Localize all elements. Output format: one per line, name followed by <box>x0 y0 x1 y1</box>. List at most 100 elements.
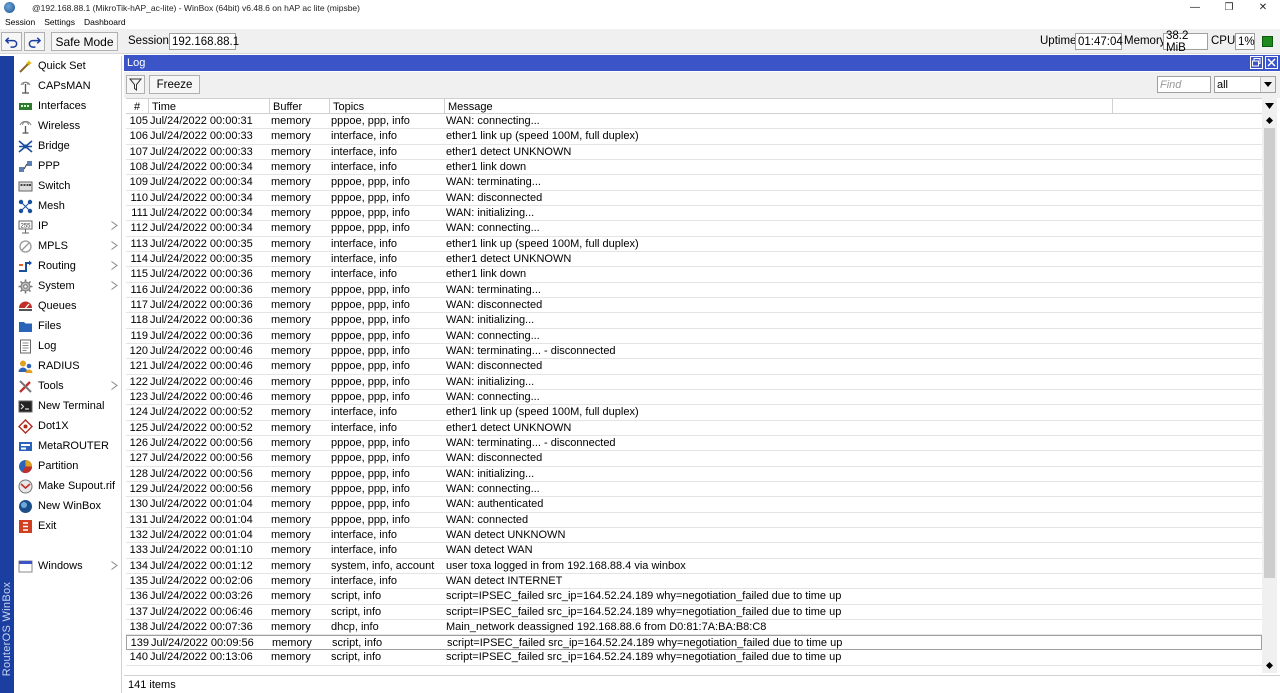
undo-button[interactable] <box>1 32 22 51</box>
sidebar-item-wireless[interactable]: Wireless <box>14 116 122 136</box>
sidebar-item-dot1x[interactable]: Dot1X <box>14 416 122 436</box>
table-row[interactable]: 128 Jul/24/2022 00:00:56 memory pppoe, ppp,… <box>126 467 1262 482</box>
column-header-buffer[interactable]: Buffer <box>270 99 330 114</box>
column-header-time[interactable]: Time <box>149 99 270 114</box>
log-close-button[interactable] <box>1265 56 1278 69</box>
column-header-number[interactable]: # <box>126 99 149 114</box>
column-header-message[interactable]: Message <box>445 99 1113 114</box>
restore-button[interactable]: ❐ <box>1212 0 1246 15</box>
table-row[interactable]: 115 Jul/24/2022 00:00:36 memory interface, … <box>126 267 1262 283</box>
table-row[interactable]: 123 Jul/24/2022 00:00:46 memory pppoe, ppp,… <box>126 390 1262 406</box>
table-row[interactable]: 114 Jul/24/2022 00:00:35 memory interface, … <box>126 252 1262 268</box>
table-row[interactable]: 121 Jul/24/2022 00:00:46 memory pppoe, ppp,… <box>126 359 1262 375</box>
column-menu-button[interactable] <box>1262 98 1277 113</box>
table-row[interactable]: 129 Jul/24/2022 00:00:56 memory pppoe, ppp,… <box>126 482 1262 498</box>
sidebar-item-capsman[interactable]: CAPsMAN <box>14 76 122 96</box>
sidebar-item-routing[interactable]: Routing <box>14 256 122 276</box>
sidebar-item-ppp[interactable]: PPP <box>14 156 122 176</box>
sidebar-item-files[interactable]: Files <box>14 316 122 336</box>
sidebar-item-switch[interactable]: Switch <box>14 176 122 196</box>
topic-filter-select[interactable]: all <box>1214 76 1276 93</box>
table-row[interactable]: 125 Jul/24/2022 00:00:52 memory interface, … <box>126 421 1262 436</box>
table-row[interactable]: 105 Jul/24/2022 00:00:31 memory pppoe, ppp,… <box>126 114 1262 130</box>
menu-settings[interactable]: Settings <box>44 17 75 27</box>
table-row[interactable]: 132 Jul/24/2022 00:01:04 memory interface, … <box>126 528 1262 544</box>
sidebar-item-new-terminal[interactable]: New Terminal <box>14 396 122 416</box>
table-row[interactable]: 137 Jul/24/2022 00:06:46 memory script, inf… <box>126 605 1262 620</box>
sidebar-item-queues[interactable]: Queues <box>14 296 122 316</box>
cell-message: WAN: terminating... <box>446 176 541 189</box>
table-row[interactable]: 140 Jul/24/2022 00:13:06 memory script, inf… <box>126 650 1262 666</box>
table-row[interactable]: 111 Jul/24/2022 00:00:34 memory pppoe, ppp,… <box>126 206 1262 222</box>
table-row[interactable]: 109 Jul/24/2022 00:00:34 memory pppoe, ppp,… <box>126 175 1262 191</box>
cell-message: WAN: disconnected <box>446 191 543 204</box>
table-row[interactable]: 135 Jul/24/2022 00:02:06 memory interface, … <box>126 574 1262 590</box>
sidebar-item-label: Bridge <box>38 140 70 152</box>
partition-icon <box>17 458 33 474</box>
sidebar-item-exit[interactable]: Exit <box>14 516 122 536</box>
table-row[interactable]: 107 Jul/24/2022 00:00:33 memory interface, … <box>126 145 1262 160</box>
sidebar-item-interfaces[interactable]: Interfaces <box>14 96 122 116</box>
table-row[interactable]: 106 Jul/24/2022 00:00:33 memory interface, … <box>126 129 1262 145</box>
cell-message: WAN: authenticated <box>446 498 544 511</box>
column-header-topics[interactable]: Topics <box>330 99 445 114</box>
freeze-button[interactable]: Freeze <box>149 75 200 94</box>
close-window-button[interactable]: ✕ <box>1246 0 1280 15</box>
table-row[interactable]: 124 Jul/24/2022 00:00:52 memory interface, … <box>126 405 1262 421</box>
log-restore-button[interactable] <box>1250 56 1263 69</box>
safe-mode-button[interactable]: Safe Mode <box>51 32 118 51</box>
scroll-down-button[interactable] <box>1262 658 1277 673</box>
table-row[interactable]: 130 Jul/24/2022 00:01:04 memory pppoe, ppp,… <box>126 497 1262 513</box>
sidebar-item-tools[interactable]: Tools <box>14 376 122 396</box>
scrollbar-thumb[interactable] <box>1264 128 1275 578</box>
table-row[interactable]: 112 Jul/24/2022 00:00:34 memory pppoe, ppp,… <box>126 221 1262 237</box>
cell-number: 120 <box>129 344 148 357</box>
minimize-button[interactable]: — <box>1178 0 1212 15</box>
table-row[interactable]: 122 Jul/24/2022 00:00:46 memory pppoe, ppp,… <box>126 375 1262 390</box>
cell-message: WAN: connecting... <box>446 115 540 127</box>
cell-number: 124 <box>129 406 148 419</box>
sidebar-item-bridge[interactable]: Bridge <box>14 136 122 156</box>
sidebar-item-ip[interactable]: 255 IP <box>14 216 122 236</box>
sidebar-item-windows[interactable]: Windows <box>14 556 122 576</box>
table-row[interactable]: 126 Jul/24/2022 00:00:56 memory pppoe, ppp,… <box>126 436 1262 452</box>
table-row[interactable]: 110 Jul/24/2022 00:00:34 memory pppoe, ppp,… <box>126 191 1262 206</box>
scroll-up-button[interactable] <box>1262 113 1277 128</box>
sidebar-item-metarouter[interactable]: MetaROUTER <box>14 436 122 456</box>
cell-topics: pppoe, ppp, info <box>331 344 410 357</box>
routing-icon <box>17 258 33 274</box>
table-row[interactable]: 134 Jul/24/2022 00:01:12 memory system, inf… <box>126 559 1262 574</box>
sidebar-item-quick-set[interactable]: Quick Set <box>14 56 122 76</box>
table-row[interactable]: 139 Jul/24/2022 00:09:56 memory script, inf… <box>126 635 1262 651</box>
sidebar-item-mpls[interactable]: MPLS <box>14 236 122 256</box>
table-row[interactable]: 127 Jul/24/2022 00:00:56 memory pppoe, ppp,… <box>126 451 1262 467</box>
sidebar-item-system[interactable]: System <box>14 276 122 296</box>
redo-button[interactable] <box>24 32 45 51</box>
table-row[interactable]: 108 Jul/24/2022 00:00:34 memory interface, … <box>126 160 1262 176</box>
sidebar-item-partition[interactable]: Partition <box>14 456 122 476</box>
cell-number: 121 <box>129 360 148 373</box>
sidebar-item-mesh[interactable]: Mesh <box>14 196 122 216</box>
sidebar-item-radius[interactable]: RADIUS <box>14 356 122 376</box>
table-row[interactable]: 131 Jul/24/2022 00:01:04 memory pppoe, ppp,… <box>126 513 1262 528</box>
menu-session[interactable]: Session <box>5 17 35 27</box>
table-row[interactable]: 120 Jul/24/2022 00:00:46 memory pppoe, ppp,… <box>126 344 1262 360</box>
find-input[interactable] <box>1157 76 1211 93</box>
cell-buffer: memory <box>271 498 311 511</box>
table-row[interactable]: 133 Jul/24/2022 00:01:10 memory interface, … <box>126 543 1262 559</box>
cell-number: 138 <box>129 620 148 633</box>
table-row[interactable]: 117 Jul/24/2022 00:00:36 memory pppoe, ppp,… <box>126 298 1262 314</box>
filter-button[interactable] <box>126 75 145 94</box>
menu-dashboard[interactable]: Dashboard <box>84 17 126 27</box>
sidebar-item-new-winbox[interactable]: New WinBox <box>14 496 122 516</box>
table-row[interactable]: 116 Jul/24/2022 00:00:36 memory pppoe, ppp,… <box>126 283 1262 298</box>
cell-buffer: memory <box>271 375 311 388</box>
table-row[interactable]: 118 Jul/24/2022 00:00:36 memory pppoe, ppp,… <box>126 313 1262 329</box>
table-row[interactable]: 113 Jul/24/2022 00:00:35 memory interface, … <box>126 237 1262 252</box>
table-row[interactable]: 136 Jul/24/2022 00:03:26 memory script, inf… <box>126 589 1262 605</box>
table-row[interactable]: 119 Jul/24/2022 00:00:36 memory pppoe, ppp,… <box>126 329 1262 344</box>
table-row[interactable]: 138 Jul/24/2022 00:07:36 memory dhcp, info M… <box>126 620 1262 636</box>
sidebar-item-make-supout-rif[interactable]: Make Supout.rif <box>14 476 122 496</box>
sidebar-item-log[interactable]: Log <box>14 336 122 356</box>
vertical-scrollbar[interactable] <box>1262 98 1277 673</box>
